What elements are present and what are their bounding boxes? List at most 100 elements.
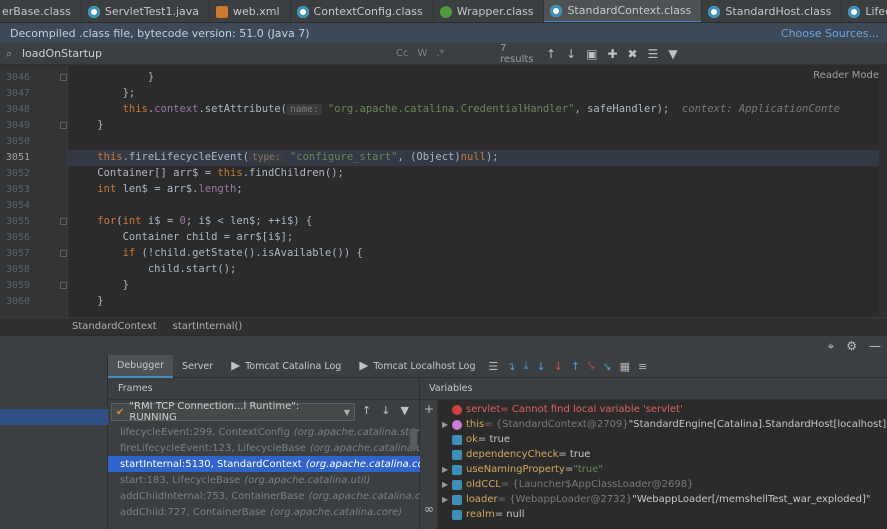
regex-toggle[interactable]: .*	[436, 48, 444, 59]
editor-tab[interactable]: erBase.class	[0, 0, 82, 22]
expand-arrow-icon[interactable]: ▶	[442, 480, 452, 489]
code-line: Container[] arr$ = this.findChildren();	[72, 167, 344, 179]
minimize-icon[interactable]: —	[869, 339, 881, 354]
variable-row[interactable]: dependencyCheck = true	[442, 447, 590, 462]
field-icon	[452, 494, 462, 505]
code-line: child.start();	[72, 263, 237, 275]
class-icon	[87, 5, 100, 18]
fold-marker-icon[interactable]	[60, 218, 67, 225]
line-number: 3052	[5, 168, 30, 179]
check-icon: ✔	[116, 406, 125, 418]
variable-row[interactable]: ▶ useNamingProperty = "true"	[442, 462, 603, 477]
editor-tab-label: StandardHost.class	[725, 5, 832, 18]
frame-method: fireLifecycleEvent:123, LifecycleBase	[120, 442, 306, 454]
variable-name: ok	[466, 434, 478, 445]
expand-arrow-icon[interactable]: ▶	[442, 465, 452, 474]
trace-icon[interactable]: ≡	[638, 360, 647, 373]
breadcrumb-method[interactable]: startInternal()	[173, 321, 243, 332]
frame-row[interactable]: addChild:727, ContainerBase (org.apache.c…	[108, 504, 420, 520]
step-over-icon[interactable]: ⤓	[524, 359, 529, 373]
code-line: for(int i$ = 0; i$ < len$; ++i$) {	[72, 215, 312, 227]
run-to-cursor-icon[interactable]: ↘	[602, 360, 611, 373]
fold-marker-icon[interactable]	[60, 250, 67, 257]
variable-row[interactable]: realm = null	[442, 507, 525, 522]
remove-selection-icon[interactable]: ✖	[628, 47, 638, 61]
variable-row[interactable]: ▶ oldCCL = {Launcher$AppClassLoader@2698}	[442, 477, 693, 492]
editor-tab[interactable]: ContextConfig.class	[291, 0, 434, 22]
code-text: };	[72, 87, 136, 99]
editor-tab[interactable]: LifecycleBase.class	[842, 0, 887, 22]
fold-marker-icon[interactable]	[60, 74, 67, 81]
gear-icon[interactable]: ⚙	[846, 339, 857, 354]
fold-marker-icon[interactable]	[60, 282, 67, 289]
variable-value: = true	[477, 434, 511, 445]
add-watch-icon[interactable]: +	[424, 402, 434, 416]
fold-marker-icon[interactable]	[60, 122, 67, 129]
step-out-icon[interactable]: ↑	[571, 360, 580, 373]
thread-selector[interactable]: ✔ "RMI TCP Connection...l Runtime": RUNN…	[111, 401, 355, 423]
variables-panel: Variables + ∞ servlet = Cannot find loca…	[420, 378, 887, 529]
select-all-icon[interactable]: ☰	[648, 47, 659, 61]
decompiled-banner: Decompiled .class file, bytecode version…	[0, 23, 887, 43]
frame-down-icon[interactable]: ↓	[381, 404, 390, 417]
line-number: 3058	[5, 264, 30, 275]
match-case-toggle[interactable]: Cc	[396, 48, 408, 59]
layout-icon[interactable]: ☰	[489, 360, 499, 373]
add-selection-icon[interactable]: ✚	[607, 47, 617, 61]
selected-session[interactable]	[0, 409, 108, 425]
expand-arrow-icon[interactable]: ▶	[442, 420, 452, 429]
evaluate-expression-icon[interactable]: ▦	[620, 360, 630, 373]
variable-row[interactable]: ok = true	[442, 432, 510, 447]
frame-row[interactable]: start:183, LifecycleBase (org.apache.cata…	[108, 472, 420, 488]
choose-sources-link[interactable]: Choose Sources...	[781, 27, 879, 40]
drop-frame-icon[interactable]: ⤥	[588, 359, 594, 373]
editor-tab[interactable]: ServletTest1.java	[82, 0, 211, 22]
editor-tab[interactable]: StandardHost.class	[702, 0, 843, 22]
filter-icon[interactable]: ▼	[668, 47, 677, 61]
breadcrumb-class[interactable]: StandardContext	[72, 321, 157, 332]
variable-row[interactable]: servlet = Cannot find local variable 'se…	[442, 402, 683, 417]
show-execution-point-icon[interactable]: ↴	[506, 360, 515, 373]
infinity-icon[interactable]: ∞	[424, 502, 434, 516]
chevron-down-icon: ▼	[343, 407, 350, 417]
code-line: }	[72, 295, 103, 307]
frame-method: lifecycleEvent:299, ContextConfig	[120, 426, 290, 438]
debug-tab[interactable]: Server	[173, 355, 222, 378]
reader-mode-button[interactable]: Reader Mode	[813, 70, 879, 81]
select-all-occurrences-icon[interactable]: ▣	[586, 47, 597, 61]
frame-row[interactable]: addChildInternal:753, ContainerBase (org.…	[108, 488, 441, 504]
variable-name: useNamingProperty	[466, 464, 565, 475]
debug-tab[interactable]: Tomcat Catalina Log	[222, 355, 350, 378]
filter-frames-icon[interactable]: ▼	[400, 404, 408, 417]
expand-arrow-icon[interactable]: ▶	[442, 495, 452, 504]
code-line: }	[72, 119, 103, 131]
frames-scrollbar[interactable]	[410, 428, 417, 450]
editor-tab[interactable]: Wrapper.class	[434, 0, 545, 22]
step-into-icon[interactable]: ↓	[536, 360, 545, 373]
frame-up-icon[interactable]: ↑	[362, 404, 371, 417]
line-number: 3056	[5, 232, 30, 243]
next-occurrence-icon[interactable]: ↓	[566, 47, 576, 61]
frame-row[interactable]: fireLifecycleEvent:123, LifecycleBase (or…	[108, 440, 436, 456]
force-step-into-icon[interactable]: ↓	[554, 360, 563, 373]
code-text: ; i$ < len$; ++i$) {	[185, 215, 313, 227]
variable-row[interactable]: ▶ this = {StandardContext@2709} "Standard…	[442, 417, 887, 432]
search-input[interactable]	[22, 47, 392, 60]
variable-row[interactable]: ▶ loader = {WebappLoader@2732} "WebappLoa…	[442, 492, 871, 507]
frames-panel: Frames ✔ "RMI TCP Connection...l Runtime…	[108, 378, 441, 529]
previous-occurrence-icon[interactable]: ↑	[546, 47, 556, 61]
log-tab-icon	[359, 361, 369, 371]
editor-tab[interactable]: StandardContext.class	[544, 0, 703, 22]
target-icon[interactable]: ⌖	[827, 339, 834, 354]
code-editor[interactable]: 3046 3047 3048 3049 3050 3051 3052 3053 3054 3055…	[0, 66, 887, 317]
line-number: 3060	[5, 296, 30, 307]
debug-tab[interactable]: Tomcat Localhost Log	[350, 355, 484, 378]
code-token: for	[97, 215, 117, 227]
editor-tab[interactable]: web.xml	[210, 0, 291, 22]
whole-words-toggle[interactable]: W	[417, 48, 427, 59]
debug-tab[interactable]: Debugger	[108, 354, 174, 378]
field-icon	[452, 449, 462, 460]
variable-value: =	[564, 464, 574, 475]
frame-row[interactable]: startInternal:5130, StandardContext (org.…	[108, 456, 438, 472]
frame-row[interactable]: lifecycleEvent:299, ContextConfig (org.ap…	[108, 424, 440, 440]
